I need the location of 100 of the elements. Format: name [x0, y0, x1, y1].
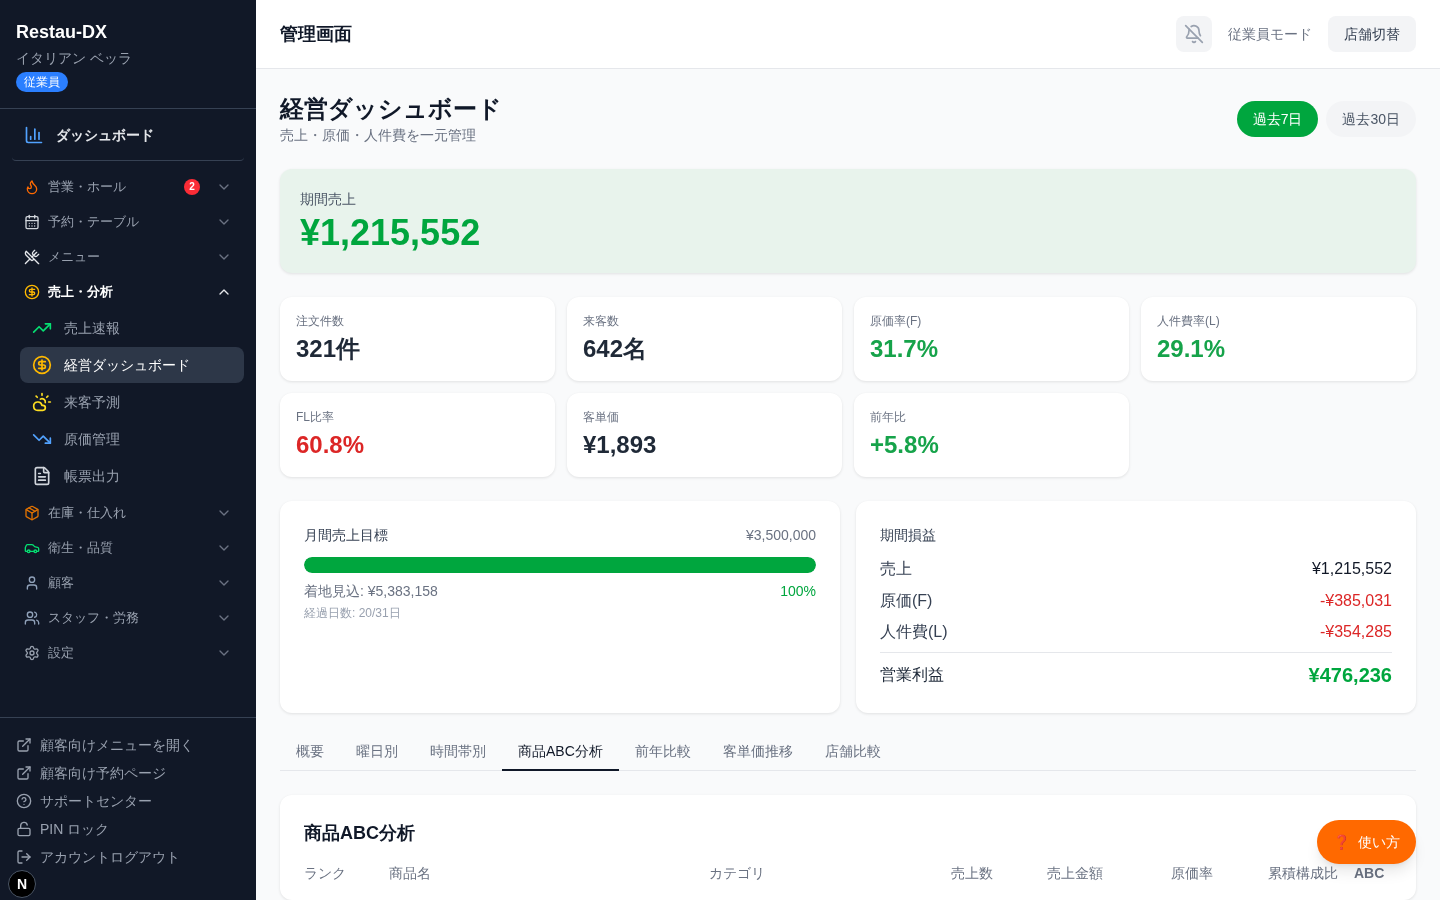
- kpi-value: 31.7%: [870, 334, 940, 364]
- nav-group[interactable]: スタッフ・労務: [12, 600, 244, 635]
- nav-group-label: 設定: [48, 643, 75, 662]
- nav-group-label: 予約・テーブル: [48, 212, 140, 231]
- nav-group-label: メニュー: [48, 247, 101, 266]
- column-header: カテゴリ: [709, 864, 766, 883]
- calendar-icon: [24, 213, 40, 230]
- column-header: ABC: [1354, 864, 1386, 883]
- kpi-value: ¥1,893: [583, 430, 658, 460]
- pnl-title: 期間損益: [880, 526, 937, 545]
- notifications-button[interactable]: [1176, 16, 1212, 52]
- pnl-value: ¥1,215,552: [1311, 558, 1392, 579]
- nav-subitem[interactable]: 売上速報: [20, 310, 244, 346]
- nav-subitem[interactable]: 経営ダッシュボード: [20, 347, 244, 383]
- flame-icon: [24, 178, 40, 195]
- nav-group[interactable]: 衛生・品質: [12, 530, 244, 565]
- utensils-icon: [24, 248, 40, 265]
- kpi-label: 人件費率(L): [1157, 313, 1221, 329]
- kpi-label: 客単価: [583, 409, 620, 425]
- target-amount: ¥3,500,000: [745, 526, 816, 545]
- nav-subitem[interactable]: 帳票出力: [20, 458, 244, 494]
- kpi-value: 321件: [296, 334, 362, 364]
- package-icon: [24, 504, 40, 521]
- person-icon: [24, 574, 40, 591]
- role-badge: 従業員: [16, 72, 68, 92]
- tab[interactable]: 曜日別: [340, 733, 414, 771]
- footer-link[interactable]: 顧客向けメニューを開く: [16, 734, 194, 756]
- brand-name: Restau-DX: [16, 21, 108, 44]
- column-header: ランク: [304, 864, 347, 883]
- footer-link[interactable]: 顧客向け予約ページ: [16, 762, 166, 784]
- nav-item[interactable]: ダッシュボード: [12, 109, 244, 161]
- page-subtitle: 売上・原価・人件費を一元管理: [280, 126, 477, 145]
- column-header: 売上金額: [1046, 864, 1104, 883]
- sun-cloud-icon: [32, 392, 52, 412]
- nav-group[interactable]: 顧客: [12, 565, 244, 600]
- nav-group[interactable]: 在庫・仕入れ: [12, 495, 244, 530]
- kpi-value: 60.8%: [296, 430, 366, 460]
- pnl-label: 人件費(L): [880, 622, 948, 643]
- profit-value: ¥476,236: [1308, 663, 1392, 688]
- kpi-label: 来客数: [583, 313, 620, 329]
- tab[interactable]: 商品ABC分析: [502, 733, 619, 771]
- nav-subitem[interactable]: 原価管理: [20, 421, 244, 457]
- kpi-label: 注文件数: [296, 313, 345, 329]
- header-title: 管理画面: [280, 23, 353, 46]
- elapsed-days: 経過日数: 20/31日: [304, 605, 816, 621]
- people-icon: [24, 609, 40, 626]
- pnl-value: -¥354,285: [1319, 622, 1392, 643]
- nav-group[interactable]: 設定: [12, 635, 244, 670]
- footer-link[interactable]: PIN ロック: [16, 818, 110, 840]
- column-header: 累積構成比: [1267, 864, 1339, 883]
- mode-label: 従業員モード: [1228, 25, 1312, 44]
- profit-label: 営業利益: [880, 665, 944, 685]
- nav-group[interactable]: 予約・テーブル: [12, 204, 244, 239]
- nav-group-label: 在庫・仕入れ: [48, 503, 127, 522]
- gear-icon: [24, 644, 40, 661]
- kpi-label: FL比率: [296, 409, 335, 425]
- logout-icon: [16, 849, 32, 865]
- bar-chart-icon: [24, 124, 44, 145]
- nav-group[interactable]: メニュー: [12, 239, 244, 274]
- tab[interactable]: 時間帯別: [414, 733, 502, 771]
- kpi-value: 29.1%: [1157, 334, 1227, 364]
- section-title: 商品ABC分析: [304, 822, 415, 845]
- external-link-icon: [16, 737, 32, 753]
- nav-group-label: 顧客: [48, 573, 75, 592]
- pnl-value: -¥385,031: [1319, 590, 1392, 611]
- help-icon: [16, 793, 32, 809]
- progress-percent: 100%: [780, 582, 816, 601]
- switch-store-button[interactable]: 店舗切替: [1328, 16, 1416, 52]
- nav-group[interactable]: 売上・分析: [12, 274, 244, 309]
- tab[interactable]: 概要: [280, 733, 340, 771]
- sales-value: ¥1,215,552: [300, 213, 482, 253]
- pnl-label: 原価(F): [880, 590, 933, 611]
- nav-group-label: 衛生・品質: [48, 538, 114, 557]
- store-name: イタリアン ベッラ: [16, 49, 132, 68]
- nav-group-label: スタッフ・労務: [48, 608, 140, 627]
- external-link-icon: [16, 765, 32, 781]
- kpi-label: 前年比: [870, 409, 907, 425]
- nav-group-label: 営業・ホール: [48, 177, 127, 196]
- footer-link[interactable]: サポートセンター: [16, 790, 152, 812]
- column-header: 商品名: [389, 864, 432, 883]
- nav-group-label: 売上・分析: [48, 282, 114, 301]
- dev-indicator-button[interactable]: N: [8, 870, 36, 898]
- nav-subitem[interactable]: 来客予測: [20, 384, 244, 420]
- sales-label: 期間売上: [300, 190, 357, 209]
- document-icon: [32, 466, 52, 486]
- tab[interactable]: 店舗比較: [808, 733, 897, 771]
- tab[interactable]: 前年比較: [618, 733, 707, 771]
- tab[interactable]: 客単価推移: [706, 733, 809, 771]
- bell-off-icon: [1184, 24, 1204, 44]
- nav-group[interactable]: 営業・ホール 2: [12, 169, 244, 204]
- target-title: 月間売上目標: [304, 526, 388, 545]
- period-button[interactable]: 過去30日: [1326, 101, 1416, 137]
- page-title: 経営ダッシュボード: [280, 94, 502, 124]
- lock-icon: [16, 821, 32, 837]
- kpi-label: 原価率(F): [870, 313, 923, 329]
- forecast-text: 着地見込: ¥5,383,158: [304, 582, 438, 601]
- pnl-label: 売上: [880, 558, 912, 579]
- footer-link[interactable]: アカウントログアウト: [16, 846, 180, 868]
- column-header: 売上数: [950, 864, 994, 883]
- kpi-value: 642名: [583, 334, 649, 364]
